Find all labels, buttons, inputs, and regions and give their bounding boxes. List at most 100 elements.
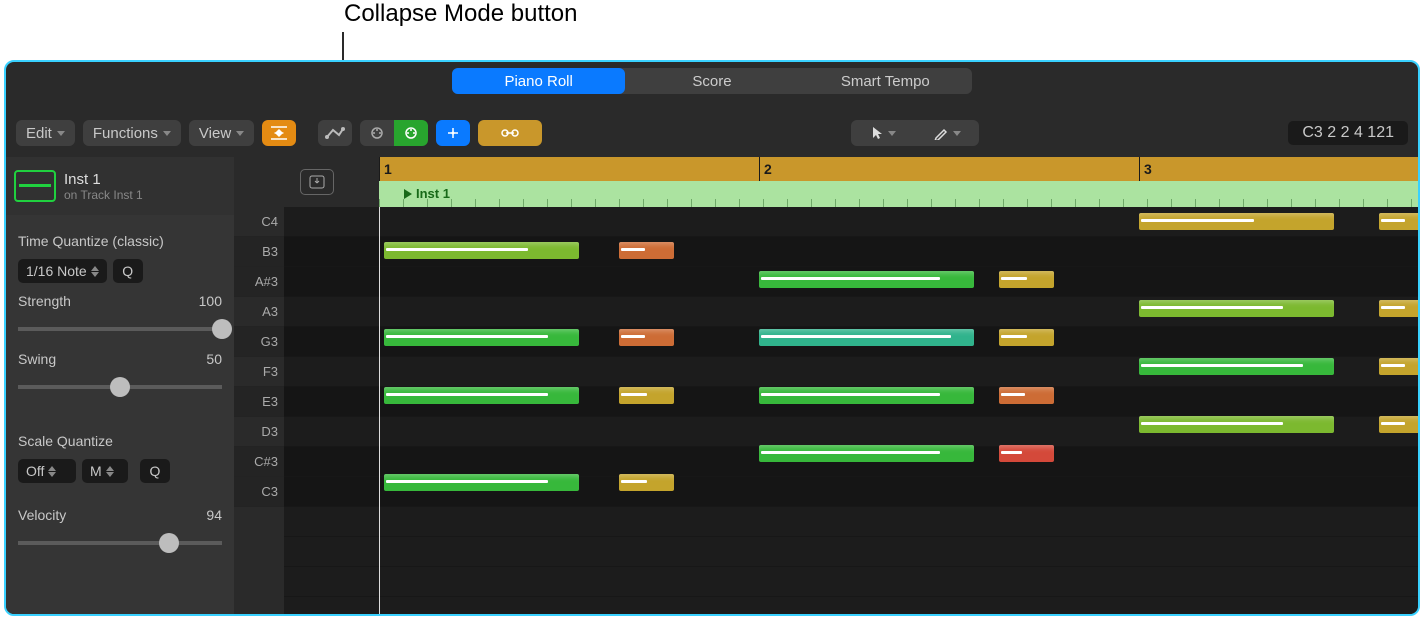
pitch-label: D3	[234, 417, 284, 447]
midi-note[interactable]	[999, 445, 1054, 462]
automation-button[interactable]	[318, 120, 352, 146]
velocity-label: Velocity	[18, 507, 66, 523]
midi-note[interactable]	[384, 329, 579, 346]
quantize-button[interactable]: Q	[113, 259, 143, 283]
midi-note[interactable]	[619, 329, 674, 346]
link-button[interactable]	[478, 120, 542, 146]
velocity-bar	[621, 393, 647, 396]
velocity-bar	[1001, 335, 1027, 338]
midi-note[interactable]	[999, 387, 1054, 404]
bar-number: 2	[759, 157, 772, 181]
snap-icon	[446, 126, 460, 140]
midi-note[interactable]	[384, 387, 579, 404]
velocity-bar	[1381, 422, 1405, 425]
download-icon	[309, 175, 325, 189]
velocity-bar	[386, 393, 548, 396]
midi-note[interactable]	[384, 474, 579, 491]
pointer-icon	[871, 126, 883, 140]
midi-note[interactable]	[759, 329, 974, 346]
midi-note[interactable]	[759, 387, 974, 404]
tab-score[interactable]: Score	[625, 68, 798, 94]
velocity-value: 94	[206, 507, 222, 523]
pitch-label: F3	[234, 357, 284, 387]
midi-note[interactable]	[619, 474, 674, 491]
view-menu[interactable]: View	[189, 120, 254, 146]
note-grid[interactable]	[284, 207, 1418, 614]
midi-note[interactable]	[1379, 416, 1418, 433]
midi-note[interactable]	[1139, 358, 1334, 375]
track-icon	[14, 170, 56, 202]
pitch-label: E3	[234, 387, 284, 417]
velocity-bar	[1141, 306, 1283, 309]
functions-menu[interactable]: Functions	[83, 120, 181, 146]
scale-root-select[interactable]: Off	[18, 459, 76, 483]
velocity-slider[interactable]	[18, 533, 222, 553]
region-label: Inst 1	[404, 186, 450, 201]
midi-note[interactable]	[1379, 358, 1418, 375]
midi-note[interactable]	[759, 271, 974, 288]
bar-number: 3	[1139, 157, 1152, 181]
time-quantize-select[interactable]: 1/16 Note	[18, 259, 107, 283]
left-click-tool[interactable]	[851, 120, 915, 146]
velocity-bar	[1001, 393, 1025, 396]
velocity-bar	[621, 480, 647, 483]
midi-note[interactable]	[1379, 300, 1418, 317]
midi-note[interactable]	[619, 387, 674, 404]
region-header[interactable]: Inst 1	[379, 181, 1418, 207]
strength-slider[interactable]	[18, 319, 222, 339]
velocity-bar	[1381, 219, 1405, 222]
velocity-bar	[1381, 306, 1405, 309]
velocity-bar	[1381, 364, 1405, 367]
collapse-icon	[270, 125, 288, 141]
scale-quantize-button[interactable]: Q	[140, 459, 170, 483]
bar-ruler[interactable]: 1 2 3	[379, 157, 1418, 181]
pitch-label: G3	[234, 327, 284, 357]
chevron-down-icon	[888, 131, 896, 136]
playhead[interactable]	[379, 207, 380, 614]
velocity-bar	[761, 451, 940, 454]
midi-note[interactable]	[1139, 300, 1334, 317]
tab-smart-tempo[interactable]: Smart Tempo	[799, 68, 972, 94]
strength-value: 100	[199, 293, 222, 309]
chevron-down-icon	[163, 131, 171, 136]
track-header: Inst 1 on Track Inst 1	[6, 157, 234, 215]
editor-tabs: Piano Roll Score Smart Tempo	[452, 68, 972, 94]
midi-note[interactable]	[999, 271, 1054, 288]
scale-type-select[interactable]: M	[82, 459, 128, 483]
callout-label: Collapse Mode button	[344, 0, 577, 28]
region-ticks	[379, 199, 1418, 207]
midi-note[interactable]	[384, 242, 579, 259]
edit-menu[interactable]: Edit	[16, 120, 75, 146]
grid-rows	[284, 207, 1418, 614]
midi-note[interactable]	[1379, 213, 1418, 230]
midi-in-button[interactable]	[360, 120, 394, 146]
midi-note[interactable]	[619, 242, 674, 259]
collapse-mode-button[interactable]	[262, 120, 296, 146]
velocity-bar	[1141, 219, 1254, 222]
midi-in-icon	[368, 126, 386, 140]
midi-note[interactable]	[999, 329, 1054, 346]
swing-label: Swing	[18, 351, 56, 367]
tab-piano-roll[interactable]: Piano Roll	[452, 68, 625, 94]
midi-note[interactable]	[1139, 213, 1334, 230]
pitch-label: C4	[234, 207, 284, 237]
pitch-label: B3	[234, 237, 284, 267]
velocity-bar	[621, 335, 645, 338]
midi-out-button[interactable]	[394, 120, 428, 146]
midi-out-icon	[402, 126, 420, 140]
velocity-bar	[761, 393, 940, 396]
track-name: Inst 1	[64, 171, 143, 188]
cmd-click-tool[interactable]	[915, 120, 979, 146]
inspector: Inst 1 on Track Inst 1 Time Quantize (cl…	[6, 157, 234, 614]
velocity-bar	[1141, 364, 1303, 367]
pitch-label: C#3	[234, 447, 284, 477]
bar-number: 1	[379, 157, 392, 181]
midi-in-out-group	[360, 120, 428, 146]
swing-slider[interactable]	[18, 377, 222, 397]
midi-note[interactable]	[1139, 416, 1334, 433]
midi-note[interactable]	[759, 445, 974, 462]
catch-content-button[interactable]	[300, 169, 334, 195]
catch-playhead-button[interactable]	[436, 120, 470, 146]
pitch-labels: C4B3A#3A3G3F3E3D3C#3C3	[234, 207, 284, 614]
velocity-bar	[1001, 277, 1027, 280]
